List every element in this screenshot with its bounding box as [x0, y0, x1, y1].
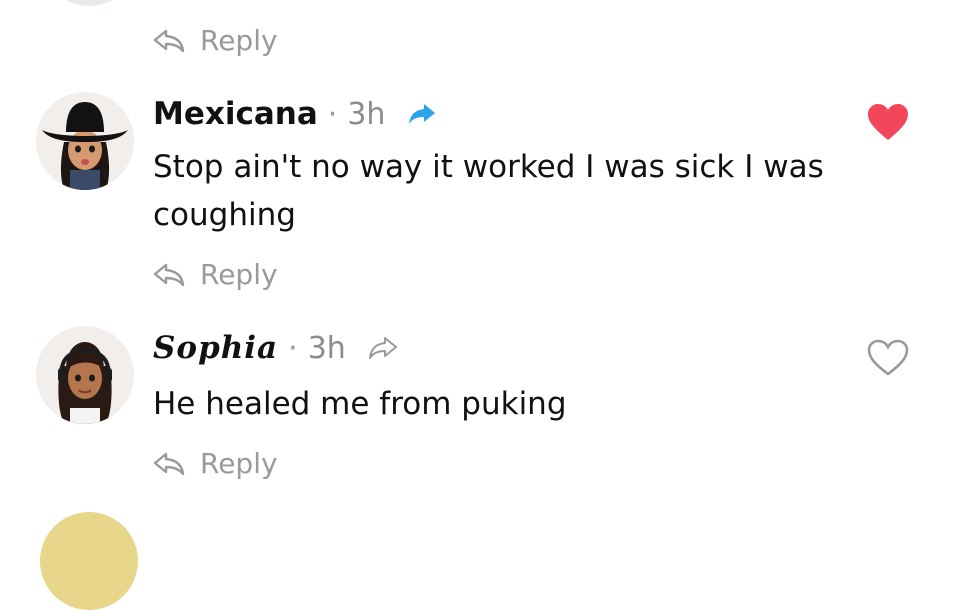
comment-header: Sophia · 3h: [153, 328, 398, 368]
separator-dot: ·: [288, 330, 298, 366]
comment-text: Stop ain't no way it worked I was sick I…: [153, 149, 824, 233]
share-button[interactable]: [407, 102, 437, 126]
reply-button[interactable]: Reply: [152, 258, 278, 291]
reply-button[interactable]: Reply: [152, 24, 278, 57]
heart-icon: [868, 104, 908, 140]
like-button[interactable]: [866, 102, 910, 146]
timestamp: 3h: [347, 96, 386, 132]
reply-icon: [153, 29, 185, 52]
like-button[interactable]: [866, 338, 910, 382]
reply-label: Reply: [200, 24, 278, 57]
reply-label: Reply: [200, 258, 278, 291]
avatar-headphones-image: [36, 326, 134, 424]
comment-header: Mexicana · 3h: [153, 94, 437, 134]
reply-icon: [153, 452, 185, 475]
partial-avatar-top: [40, 0, 138, 6]
author-name[interactable]: Mexicana: [153, 96, 318, 132]
reply-icon: [153, 263, 185, 286]
share-icon: [368, 337, 397, 359]
share-button[interactable]: [368, 336, 398, 360]
avatar[interactable]: [36, 92, 134, 190]
comment-text: He healed me from puking: [153, 386, 567, 422]
avatar-cowboy-hat-image: [36, 92, 134, 190]
heart-outline-icon: [867, 339, 909, 376]
author-name[interactable]: Sophia: [153, 330, 278, 366]
reply-label: Reply: [200, 447, 278, 480]
avatar[interactable]: [36, 326, 134, 424]
partial-avatar-bottom: [40, 512, 138, 610]
reply-button[interactable]: Reply: [152, 447, 278, 480]
separator-dot: ·: [327, 96, 338, 132]
timestamp: 3h: [307, 330, 346, 366]
share-icon: [409, 104, 436, 124]
